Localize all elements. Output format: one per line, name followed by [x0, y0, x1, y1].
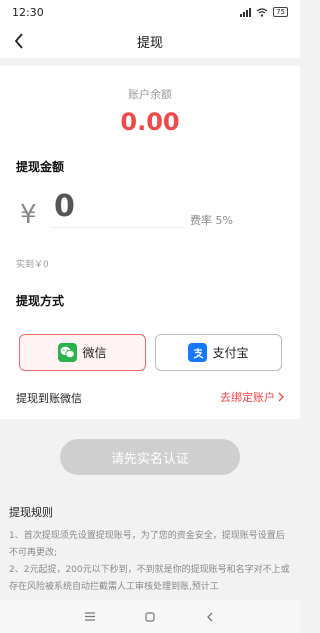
chevron-right-icon [278, 392, 284, 402]
home-icon [145, 611, 155, 622]
rules-title: 提现规则 [9, 506, 53, 519]
menu-button[interactable] [80, 607, 100, 627]
alipay-option-label: 支付宝 [212, 346, 249, 360]
back-triangle-icon [207, 612, 213, 621]
verify-identity-button[interactable]: 请先实名认证 [60, 439, 240, 475]
alipay-option-button[interactable]: 支付宝 [155, 334, 282, 371]
bind-account-label: 去绑定账户 [220, 391, 275, 404]
method-section-title: 提现方式 [16, 294, 65, 308]
withdraw-card: 账户余额 0.00 提现金额 ¥ 费率 5% 实到￥0 提现方式 微信 支付宝 … [0, 66, 300, 419]
nav-bar: 提现 [0, 24, 300, 58]
wechat-option-button[interactable]: 微信 [19, 334, 146, 371]
wechat-option-label: 微信 [82, 346, 107, 360]
bind-account-link[interactable]: 去绑定账户 [220, 389, 284, 405]
received-amount: 实到￥0 [16, 260, 49, 270]
destination-label: 提现到账微信 [16, 392, 82, 405]
battery-icon: 75 [273, 7, 288, 17]
chevron-left-icon [14, 33, 23, 49]
fee-rate: 费率 5% [190, 214, 233, 227]
alipay-icon [188, 343, 208, 362]
status-time: 12:30 [12, 5, 44, 19]
wifi-icon [256, 7, 268, 17]
home-button[interactable] [140, 607, 160, 627]
amount-input[interactable] [50, 186, 185, 228]
back-system-button[interactable] [200, 607, 220, 627]
page-title: 提现 [136, 35, 163, 51]
balance-label: 账户余额 [128, 88, 172, 101]
rules-text: 1、首次提现须先设置提现账号，为了您的资金安全，提现账号设置后不可再更改; 2、… [9, 531, 290, 592]
amount-section-title: 提现金额 [16, 160, 65, 174]
menu-icon [85, 612, 95, 621]
status-icons: 75 [240, 7, 288, 17]
system-nav-bar [0, 600, 300, 633]
status-bar: 12:30 75 [0, 0, 300, 24]
currency-symbol: ¥ [20, 200, 37, 230]
back-button[interactable] [8, 29, 30, 53]
wechat-icon [58, 343, 78, 362]
balance-value: 0.00 [120, 108, 180, 136]
signal-icon [240, 7, 252, 17]
